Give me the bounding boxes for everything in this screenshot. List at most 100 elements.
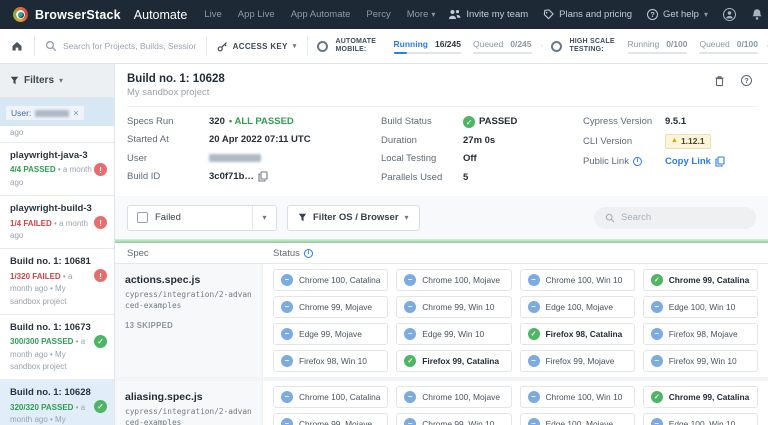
build-list-item[interactable]: playwright-java-3 4/4 PASSED • a month a…: [0, 143, 114, 196]
chevron-down-icon[interactable]: ▾: [252, 206, 276, 230]
session-chip[interactable]: Chrome 99, Mojave: [273, 413, 388, 425]
info-icon: i: [633, 157, 642, 166]
invite-team-button[interactable]: Invite my team: [448, 9, 528, 20]
nav-link[interactable]: App Automate: [291, 9, 351, 20]
cli-version-warning-badge[interactable]: ▲1.12.1: [665, 134, 711, 148]
account-icon[interactable]: [723, 8, 736, 21]
funnel-icon: [10, 76, 19, 85]
session-label: Chrome 100, Mojave: [422, 275, 500, 285]
session-chip[interactable]: Edge 100, Mojave: [520, 413, 635, 425]
search-icon: [605, 213, 615, 223]
session-chip[interactable]: Firefox 99, Catalina: [396, 350, 511, 372]
session-chip[interactable]: Edge 99, Mojave: [273, 323, 388, 345]
session-chip[interactable]: Firefox 99, Win 10: [643, 350, 758, 372]
topnav-right: Invite my team Plans and pricing ? Get h…: [448, 8, 768, 21]
session-chip[interactable]: Chrome 99, Win 10: [396, 413, 511, 425]
build-list-item[interactable]: playwright-build-3 1/4 FAILED • a month …: [0, 196, 114, 249]
search-input[interactable]: [63, 41, 196, 51]
browserstack-logo-icon[interactable]: [13, 7, 28, 22]
spec-name[interactable]: aliasing.spec.js: [125, 391, 252, 403]
home-button[interactable]: [0, 40, 34, 52]
session-chip[interactable]: Edge 100, Win 10: [643, 413, 758, 425]
usage-stat[interactable]: Running 16/245: [394, 39, 461, 54]
spec-path: cypress/integration/2-advanced-examples: [125, 290, 252, 312]
notifications-bell-icon[interactable]: [751, 8, 763, 21]
failed-checkbox[interactable]: [137, 212, 148, 223]
delete-build-button[interactable]: [714, 75, 725, 87]
session-status-icon: [404, 328, 416, 340]
redacted-user-value: [209, 154, 261, 162]
session-chip[interactable]: Edge 99, Win 10: [396, 323, 511, 345]
session-label: Firefox 99, Mojave: [546, 356, 615, 366]
session-label: Firefox 98, Catalina: [546, 329, 623, 339]
chevron-down-icon: ▾: [704, 10, 708, 19]
session-status-icon: [281, 274, 293, 286]
truncated-build-item[interactable]: ago: [0, 126, 114, 143]
session-chip[interactable]: Edge 100, Win 10: [643, 296, 758, 318]
build-name: Build no. 1: 10681: [10, 256, 92, 267]
session-chip[interactable]: Chrome 99, Win 10: [396, 296, 511, 318]
status-column-header: Status: [273, 248, 300, 259]
session-label: Chrome 100, Win 10: [546, 392, 623, 402]
nav-link[interactable]: Percy: [366, 9, 390, 20]
session-status-icon: [651, 391, 663, 403]
session-label: Chrome 99, Mojave: [299, 419, 372, 425]
get-help-menu[interactable]: ? Get help ▾: [647, 9, 708, 20]
remove-filter-icon[interactable]: ×: [73, 109, 78, 118]
build-list-item[interactable]: Build no. 1: 10681 1/320 FAILED • a mont…: [0, 249, 114, 315]
session-chip[interactable]: Chrome 100, Catalina: [273, 269, 388, 291]
session-chip[interactable]: Chrome 99, Catalina: [643, 269, 758, 291]
filters-toggle[interactable]: Filters ▾: [0, 64, 114, 98]
session-status-icon: [528, 301, 540, 313]
spec-name[interactable]: actions.spec.js: [125, 274, 252, 286]
copy-link-button[interactable]: Copy Link: [665, 156, 711, 167]
build-list-item[interactable]: Build no. 1: 10628 320/320 PASSED • a mo…: [0, 380, 114, 425]
brand-name[interactable]: BrowserStack: [35, 8, 121, 22]
specs-run-value: 320: [209, 116, 225, 127]
copy-icon[interactable]: [258, 171, 268, 182]
user-filter-chip[interactable]: User: ×: [6, 106, 84, 120]
session-chip[interactable]: Firefox 99, Mojave: [520, 350, 635, 372]
build-status-badge-icon: [94, 163, 107, 176]
session-chip[interactable]: Chrome 100, Mojave: [396, 269, 511, 291]
session-status-icon: [404, 274, 416, 286]
session-chip[interactable]: Edge 100, Mojave: [520, 296, 635, 318]
session-chip[interactable]: Chrome 100, Mojave: [396, 386, 511, 408]
nav-link[interactable]: Live: [204, 9, 221, 20]
session-chip[interactable]: Chrome 100, Win 10: [520, 269, 635, 291]
session-chip[interactable]: Firefox 98, Catalina: [520, 323, 635, 345]
usage-stat[interactable]: Queued 0/245: [473, 39, 532, 54]
main-search[interactable]: [35, 40, 206, 52]
session-label: Firefox 99, Catalina: [422, 356, 499, 366]
spec-search-input[interactable]: [621, 212, 745, 223]
build-help-icon[interactable]: ?: [741, 75, 752, 86]
trash-icon: [714, 75, 725, 87]
session-label: Chrome 100, Mojave: [422, 392, 500, 402]
key-icon: [217, 41, 228, 52]
usage-stat[interactable]: Queued 0/100: [699, 39, 758, 54]
info-icon[interactable]: i: [304, 249, 313, 258]
session-chip[interactable]: Firefox 98, Win 10: [273, 350, 388, 372]
session-chip[interactable]: Firefox 98, Mojave: [643, 323, 758, 345]
spec-cell: actions.spec.js cypress/integration/2-ad…: [115, 264, 263, 377]
build-result: 1/320 FAILED: [10, 272, 61, 281]
copy-icon[interactable]: [715, 156, 725, 167]
session-chip[interactable]: Chrome 99, Mojave: [273, 296, 388, 318]
session-label: Chrome 99, Mojave: [299, 302, 372, 312]
access-key-button[interactable]: ACCESS KEY ▾: [207, 41, 307, 52]
failed-filter-dropdown[interactable]: Failed ▾: [127, 205, 277, 231]
nav-link[interactable]: App Live: [238, 9, 275, 20]
session-chip[interactable]: Chrome 99, Catalina: [643, 386, 758, 408]
session-label: Edge 100, Mojave: [546, 302, 614, 312]
plans-pricing-button[interactable]: Plans and pricing: [543, 9, 632, 20]
builds-sidebar: Filters ▾ User: × ago playwright-java-3 …: [0, 64, 115, 425]
session-chip[interactable]: Chrome 100, Catalina: [273, 386, 388, 408]
build-list-item[interactable]: Build no. 1: 10673 300/300 PASSED • a mo…: [0, 315, 114, 381]
spec-search[interactable]: [594, 207, 756, 229]
session-status-icon: [404, 301, 416, 313]
tag-icon: [543, 9, 554, 20]
nav-link[interactable]: More: [407, 9, 436, 20]
usage-stat[interactable]: Running 0/100: [628, 39, 688, 54]
filter-os-browser-button[interactable]: Filter OS / Browser ▾: [287, 205, 420, 231]
session-chip[interactable]: Chrome 100, Win 10: [520, 386, 635, 408]
